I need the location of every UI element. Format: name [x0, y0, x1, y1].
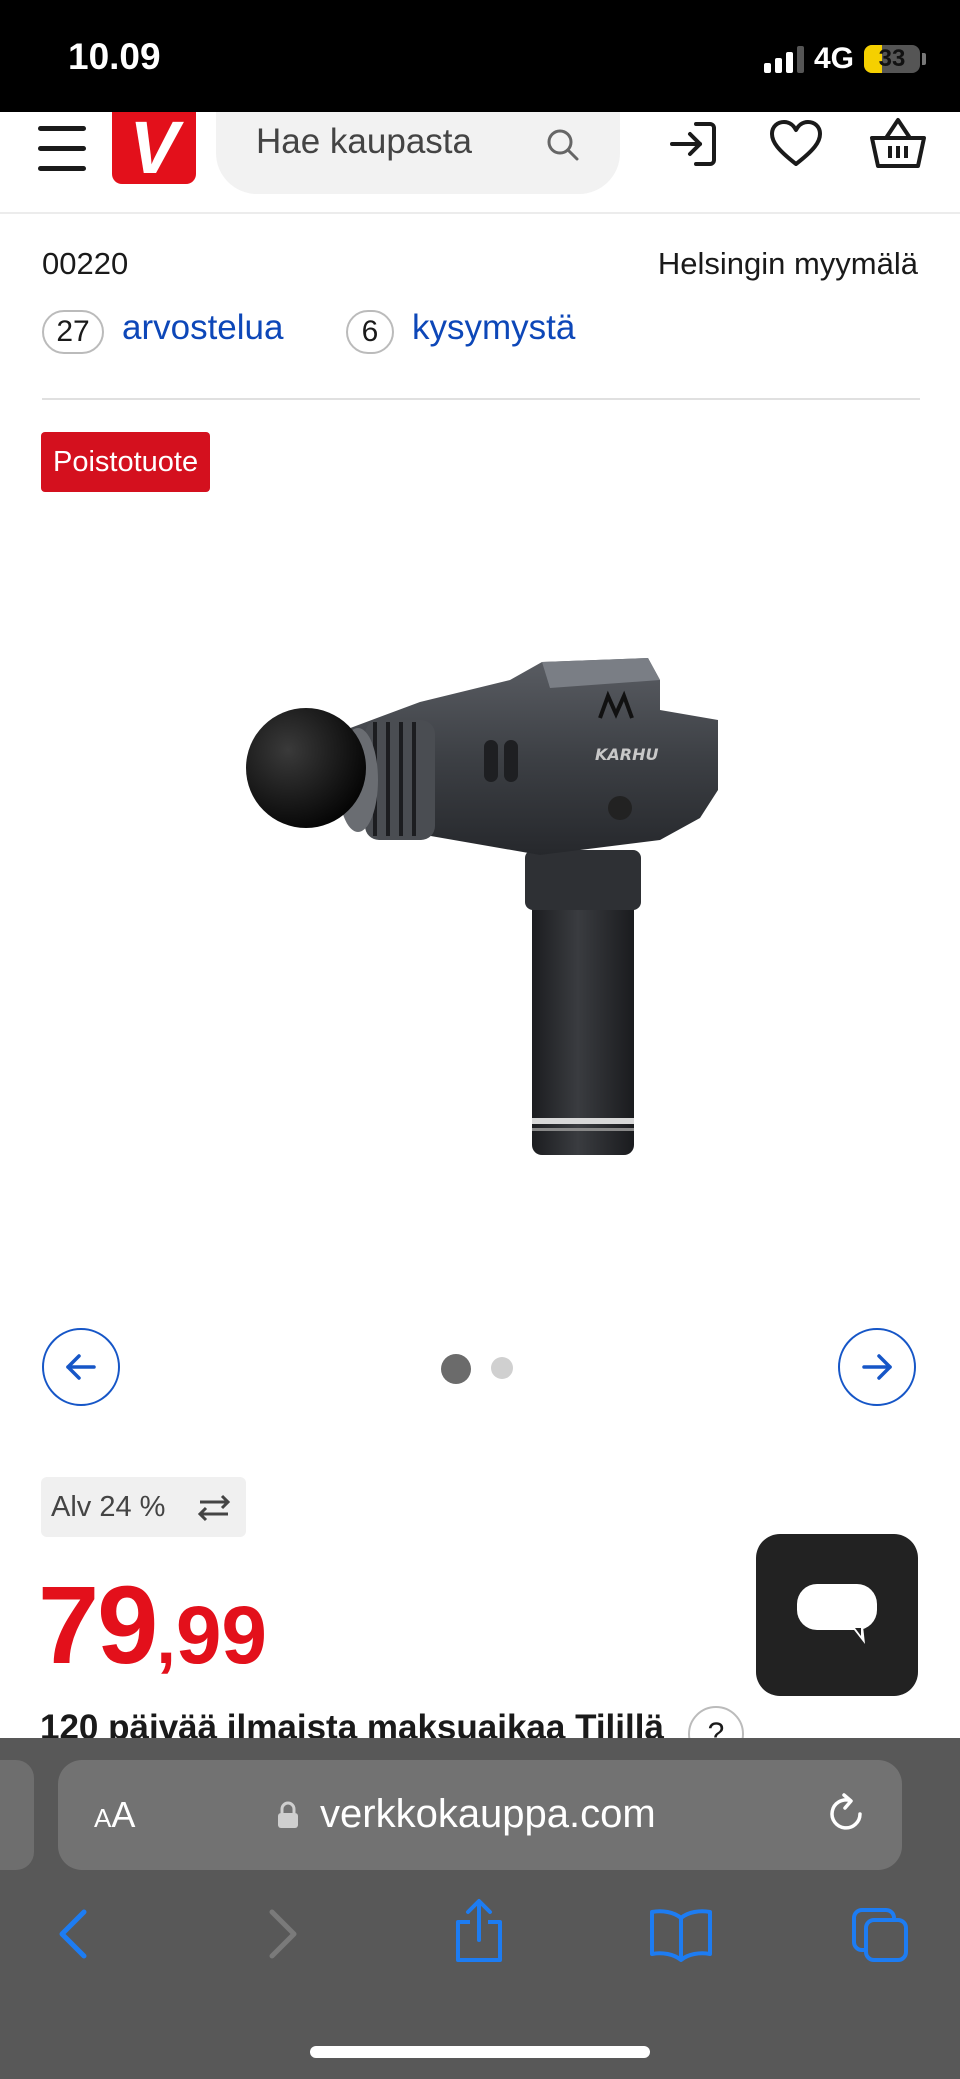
menu-icon[interactable] — [38, 120, 88, 176]
store-name[interactable]: Helsingin myymälä — [658, 246, 918, 282]
text-size-button[interactable]: AA — [94, 1794, 135, 1836]
price-decimals: 99 — [175, 1590, 268, 1681]
browser-toolbar: AA verkkokauppa.com — [0, 1738, 960, 2079]
logo[interactable]: V — [112, 106, 196, 189]
battery-icon: 33 — [864, 45, 920, 73]
heart-icon[interactable] — [768, 116, 824, 172]
carousel-prev-button[interactable] — [42, 1328, 120, 1406]
reviews-link[interactable]: arvostelua — [122, 308, 283, 348]
arrow-left-icon — [66, 1354, 96, 1380]
divider — [42, 398, 920, 400]
previous-tab-preview[interactable] — [0, 1760, 34, 1870]
forward-icon[interactable] — [262, 1906, 302, 1962]
network-type: 4G — [813, 42, 854, 75]
url-text: verkkokauppa.com — [320, 1792, 656, 1836]
swap-icon — [197, 1494, 231, 1522]
search-icon[interactable] — [544, 126, 582, 164]
vat-toggle[interactable]: Alv 24 % — [41, 1477, 246, 1537]
price-whole: 79 — [38, 1564, 158, 1687]
battery-level: 33 — [878, 45, 906, 72]
arrow-right-icon — [862, 1354, 892, 1380]
search-placeholder: Hae kaupasta — [256, 122, 472, 161]
carousel-next-button[interactable] — [838, 1328, 916, 1406]
search-input[interactable]: Hae kaupasta — [216, 112, 620, 194]
product-price: 79,99 — [38, 1562, 267, 1689]
clearance-tag: Poistotuote — [41, 432, 211, 492]
basket-icon[interactable] — [868, 116, 928, 172]
tabs-icon[interactable] — [850, 1906, 912, 1964]
bookmarks-icon[interactable] — [648, 1906, 714, 1962]
carousel-dot-active[interactable] — [441, 1354, 471, 1384]
share-icon[interactable] — [452, 1898, 506, 1964]
logo-letter: V — [129, 106, 179, 189]
brand-mark: KARHU — [595, 745, 658, 764]
chat-bubble-icon — [797, 1584, 877, 1644]
reviews-count-badge: 27 — [42, 310, 104, 354]
chat-button[interactable] — [756, 1534, 918, 1696]
reload-icon[interactable] — [824, 1792, 868, 1836]
questions-count-badge: 6 — [346, 310, 394, 354]
lock-icon — [278, 1801, 298, 1828]
status-bar: 10.09 4G 33 — [0, 0, 960, 112]
signal-icon — [763, 45, 804, 73]
back-icon[interactable] — [54, 1906, 94, 1962]
home-indicator[interactable] — [310, 2046, 650, 2058]
address-bar[interactable]: AA verkkokauppa.com — [58, 1760, 902, 1870]
price-separator: , — [156, 1600, 176, 1678]
app-header: V Hae kaupasta — [0, 106, 960, 214]
postal-code: 00220 — [42, 246, 129, 281]
carousel-dot[interactable] — [491, 1357, 513, 1379]
login-icon[interactable] — [666, 116, 722, 172]
status-time: 10.09 — [68, 36, 161, 77]
status-indicators: 4G 33 — [763, 42, 926, 76]
product-image[interactable]: KARHU — [240, 640, 730, 1180]
questions-link[interactable]: kysymystä — [412, 308, 575, 348]
vat-label: Alv 24 % — [51, 1490, 166, 1523]
